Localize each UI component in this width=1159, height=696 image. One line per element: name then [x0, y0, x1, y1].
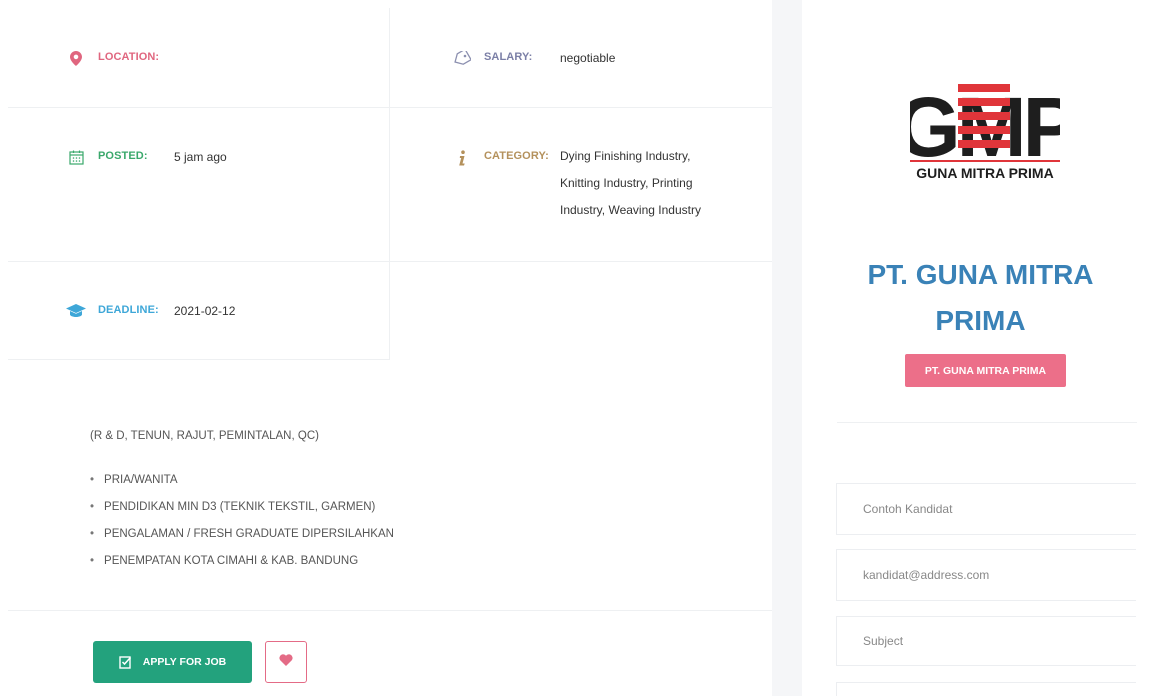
list-item: PENEMPATAN KOTA CIMAHI & KAB. BANDUNG [90, 547, 394, 574]
company-logo: GMP GUNA MITRA PRIMA [895, 78, 1080, 188]
posted-label: POSTED: [98, 150, 148, 162]
apply-for-job-button[interactable]: APPLY FOR JOB [93, 641, 252, 683]
map-pin-icon [66, 51, 86, 66]
list-item: PRIA/WANITA [90, 466, 394, 493]
job-description-intro: (R & D, TENUN, RAJUT, PEMINTALAN, QC) [90, 430, 319, 442]
company-sidebar: GMP GUNA MITRA PRIMA PT. GUNA MITRA PRIM… [802, 8, 1159, 696]
sidebar-background [772, 0, 802, 696]
tag-icon [452, 51, 472, 65]
job-requirements-list: PRIA/WANITA PENDIDIKAN MIN D3 (TEKNIK TE… [90, 466, 394, 574]
job-meta-grid: LOCATION: SALARY: negotiable POSTED: 5 j… [8, 8, 772, 360]
checkbox-edit-icon [119, 655, 133, 669]
candidate-name-input[interactable] [836, 483, 1136, 535]
deadline-value: 2021-02-12 [174, 304, 236, 318]
candidate-email-input[interactable] [836, 549, 1136, 601]
list-item: PENDIDIKAN MIN D3 (TEKNIK TEKSTIL, GARME… [90, 493, 394, 520]
meta-location: LOCATION: [8, 8, 390, 108]
company-name-line: PRIMA [935, 305, 1026, 336]
company-name: PT. GUNA MITRA PRIMA [802, 252, 1159, 344]
company-name-line: PT. GUNA MITRA [867, 259, 1094, 290]
apply-button-label: APPLY FOR JOB [142, 656, 227, 668]
category-line: Knitting Industry, Printing [560, 176, 693, 190]
salary-value: negotiable [560, 51, 616, 65]
deadline-label: DEADLINE: [98, 304, 159, 316]
category-label: CATEGORY: [484, 150, 549, 162]
salary-label: SALARY: [484, 51, 533, 63]
meta-category: CATEGORY: Dying Finishing Industry, Knit… [390, 108, 772, 262]
list-item: PENGALAMAN / FRESH GRADUATE DIPERSILAHKA… [90, 520, 394, 547]
company-badge[interactable]: PT. GUNA MITRA PRIMA [905, 354, 1066, 387]
subject-input[interactable] [836, 616, 1136, 666]
calendar-icon [66, 150, 86, 165]
logo-caption: GUNA MITRA PRIMA [916, 165, 1053, 181]
posted-value: 5 jam ago [174, 150, 227, 164]
job-details-panel: LOCATION: SALARY: negotiable POSTED: 5 j… [8, 8, 772, 696]
heart-icon [279, 653, 293, 671]
divider [837, 422, 1137, 423]
location-label: LOCATION: [98, 51, 160, 63]
info-icon [452, 150, 472, 166]
favorite-button[interactable] [265, 641, 307, 683]
category-value: Dying Finishing Industry, Knitting Indus… [560, 143, 701, 224]
category-line: Industry, Weaving Industry [560, 203, 701, 217]
meta-salary: SALARY: negotiable [390, 8, 772, 108]
graduation-cap-icon [66, 304, 86, 317]
message-input[interactable] [836, 682, 1136, 696]
category-line: Dying Finishing Industry, [560, 149, 691, 163]
meta-deadline: DEADLINE: 2021-02-12 [8, 262, 390, 360]
meta-posted: POSTED: 5 jam ago [8, 108, 390, 262]
divider [8, 610, 772, 611]
